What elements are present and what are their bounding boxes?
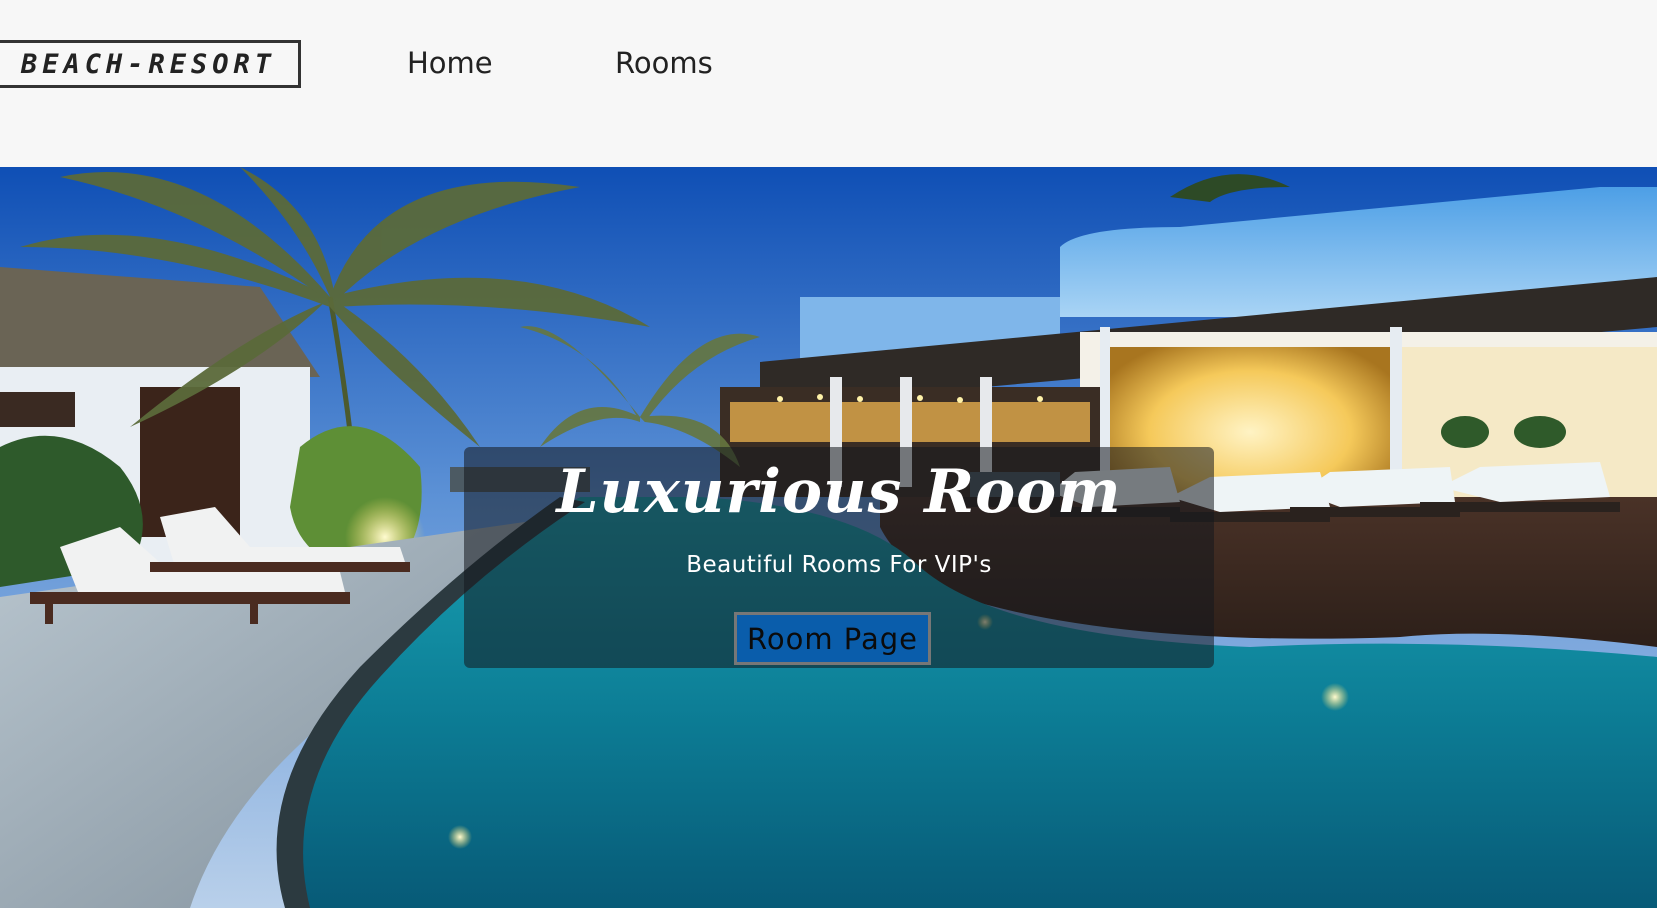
nav-link-rooms[interactable]: Rooms — [615, 46, 713, 80]
banner-title: Luxurious Room — [556, 457, 1122, 527]
navbar: BEACH-RESORT Home Rooms — [0, 0, 1657, 167]
hero-banner: Luxurious Room Beautiful Rooms For VIP's… — [464, 447, 1214, 668]
room-page-button[interactable]: Room Page — [734, 612, 931, 665]
banner-subtitle: Beautiful Rooms For VIP's — [686, 552, 992, 578]
hero-section: Luxurious Room Beautiful Rooms For VIP's… — [0, 167, 1657, 908]
logo-link[interactable]: BEACH-RESORT — [0, 40, 301, 88]
logo-text: BEACH-RESORT — [20, 48, 277, 80]
nav-link-home[interactable]: Home — [407, 46, 493, 80]
